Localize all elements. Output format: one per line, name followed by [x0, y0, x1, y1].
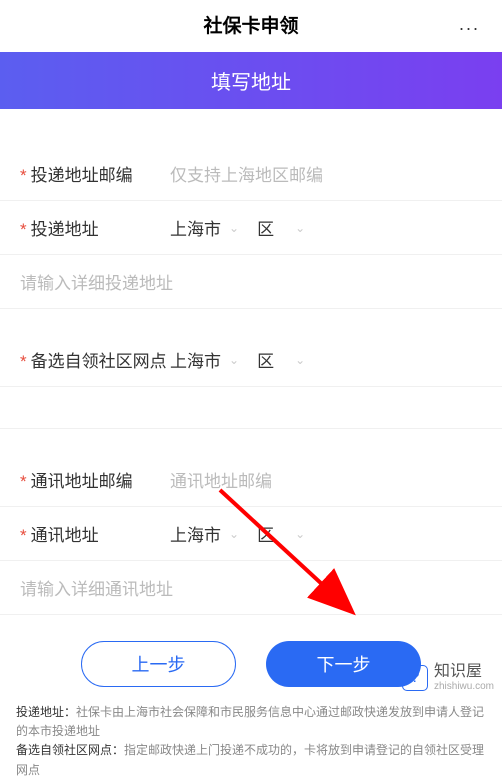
pickup-point-label: *备选自领社区网点 — [20, 347, 170, 372]
contact-addr-row: *通讯地址 上海市⌄ 区⌄ — [0, 507, 502, 561]
delivery-detail-input[interactable]: 请输入详细投递地址 — [0, 255, 502, 309]
footer-label-1: 投递地址： — [16, 705, 76, 719]
contact-zip-row: *通讯地址邮编 通讯地址邮编 — [0, 453, 502, 507]
delivery-zip-row: *投递地址邮编 仅支持上海地区邮编 — [0, 147, 502, 201]
delivery-addr-row: *投递地址 上海市⌄ 区⌄ — [0, 201, 502, 255]
pickup-district-select[interactable]: 区⌄ — [257, 347, 317, 372]
chevron-down-icon: ⌄ — [295, 353, 305, 367]
delivery-zip-input[interactable]: 仅支持上海地区邮编 — [170, 161, 482, 186]
chevron-down-icon: ⌄ — [295, 221, 305, 235]
watermark-url: zhishiwu.com — [434, 681, 494, 692]
pickup-city-select[interactable]: 上海市⌄ — [170, 347, 251, 372]
watermark-name: 知识屋 — [434, 663, 494, 681]
page-title: 社保卡申领 — [203, 11, 298, 38]
footer-label-2: 备选自领社区网点： — [16, 743, 124, 757]
contact-district-select[interactable]: 区⌄ — [257, 521, 317, 546]
chevron-down-icon: ⌄ — [295, 527, 305, 541]
delivery-zip-label: *投递地址邮编 — [20, 161, 170, 186]
footer-help: 投递地址：社保卡由上海市社会保障和市民服务信息中心通过邮政快递发放到申请人登记的… — [0, 703, 502, 780]
delivery-addr-label: *投递地址 — [20, 215, 170, 240]
delivery-city-select[interactable]: 上海市⌄ — [170, 215, 251, 240]
prev-button[interactable]: 上一步 — [81, 641, 236, 687]
contact-detail-input[interactable]: 请输入详细通讯地址 — [0, 561, 502, 615]
pickup-point-row: *备选自领社区网点 上海市⌄ 区⌄ — [0, 333, 502, 387]
step-banner: 填写地址 — [0, 52, 502, 109]
delivery-district-select[interactable]: 区⌄ — [257, 215, 317, 240]
next-button[interactable]: 下一步 — [266, 641, 421, 687]
contact-zip-label: *通讯地址邮编 — [20, 467, 170, 492]
chevron-down-icon: ⌄ — [229, 353, 239, 367]
more-icon[interactable]: ... — [459, 14, 480, 35]
chevron-down-icon: ⌄ — [229, 221, 239, 235]
header: 社保卡申领 ... — [0, 0, 502, 48]
contact-addr-label: *通讯地址 — [20, 521, 170, 546]
watermark: ? 知识屋 zhishiwu.com — [402, 663, 494, 692]
contact-city-select[interactable]: 上海市⌄ — [170, 521, 251, 546]
watermark-logo-icon: ? — [402, 665, 428, 691]
contact-zip-input[interactable]: 通讯地址邮编 — [170, 467, 482, 492]
chevron-down-icon: ⌄ — [229, 527, 239, 541]
